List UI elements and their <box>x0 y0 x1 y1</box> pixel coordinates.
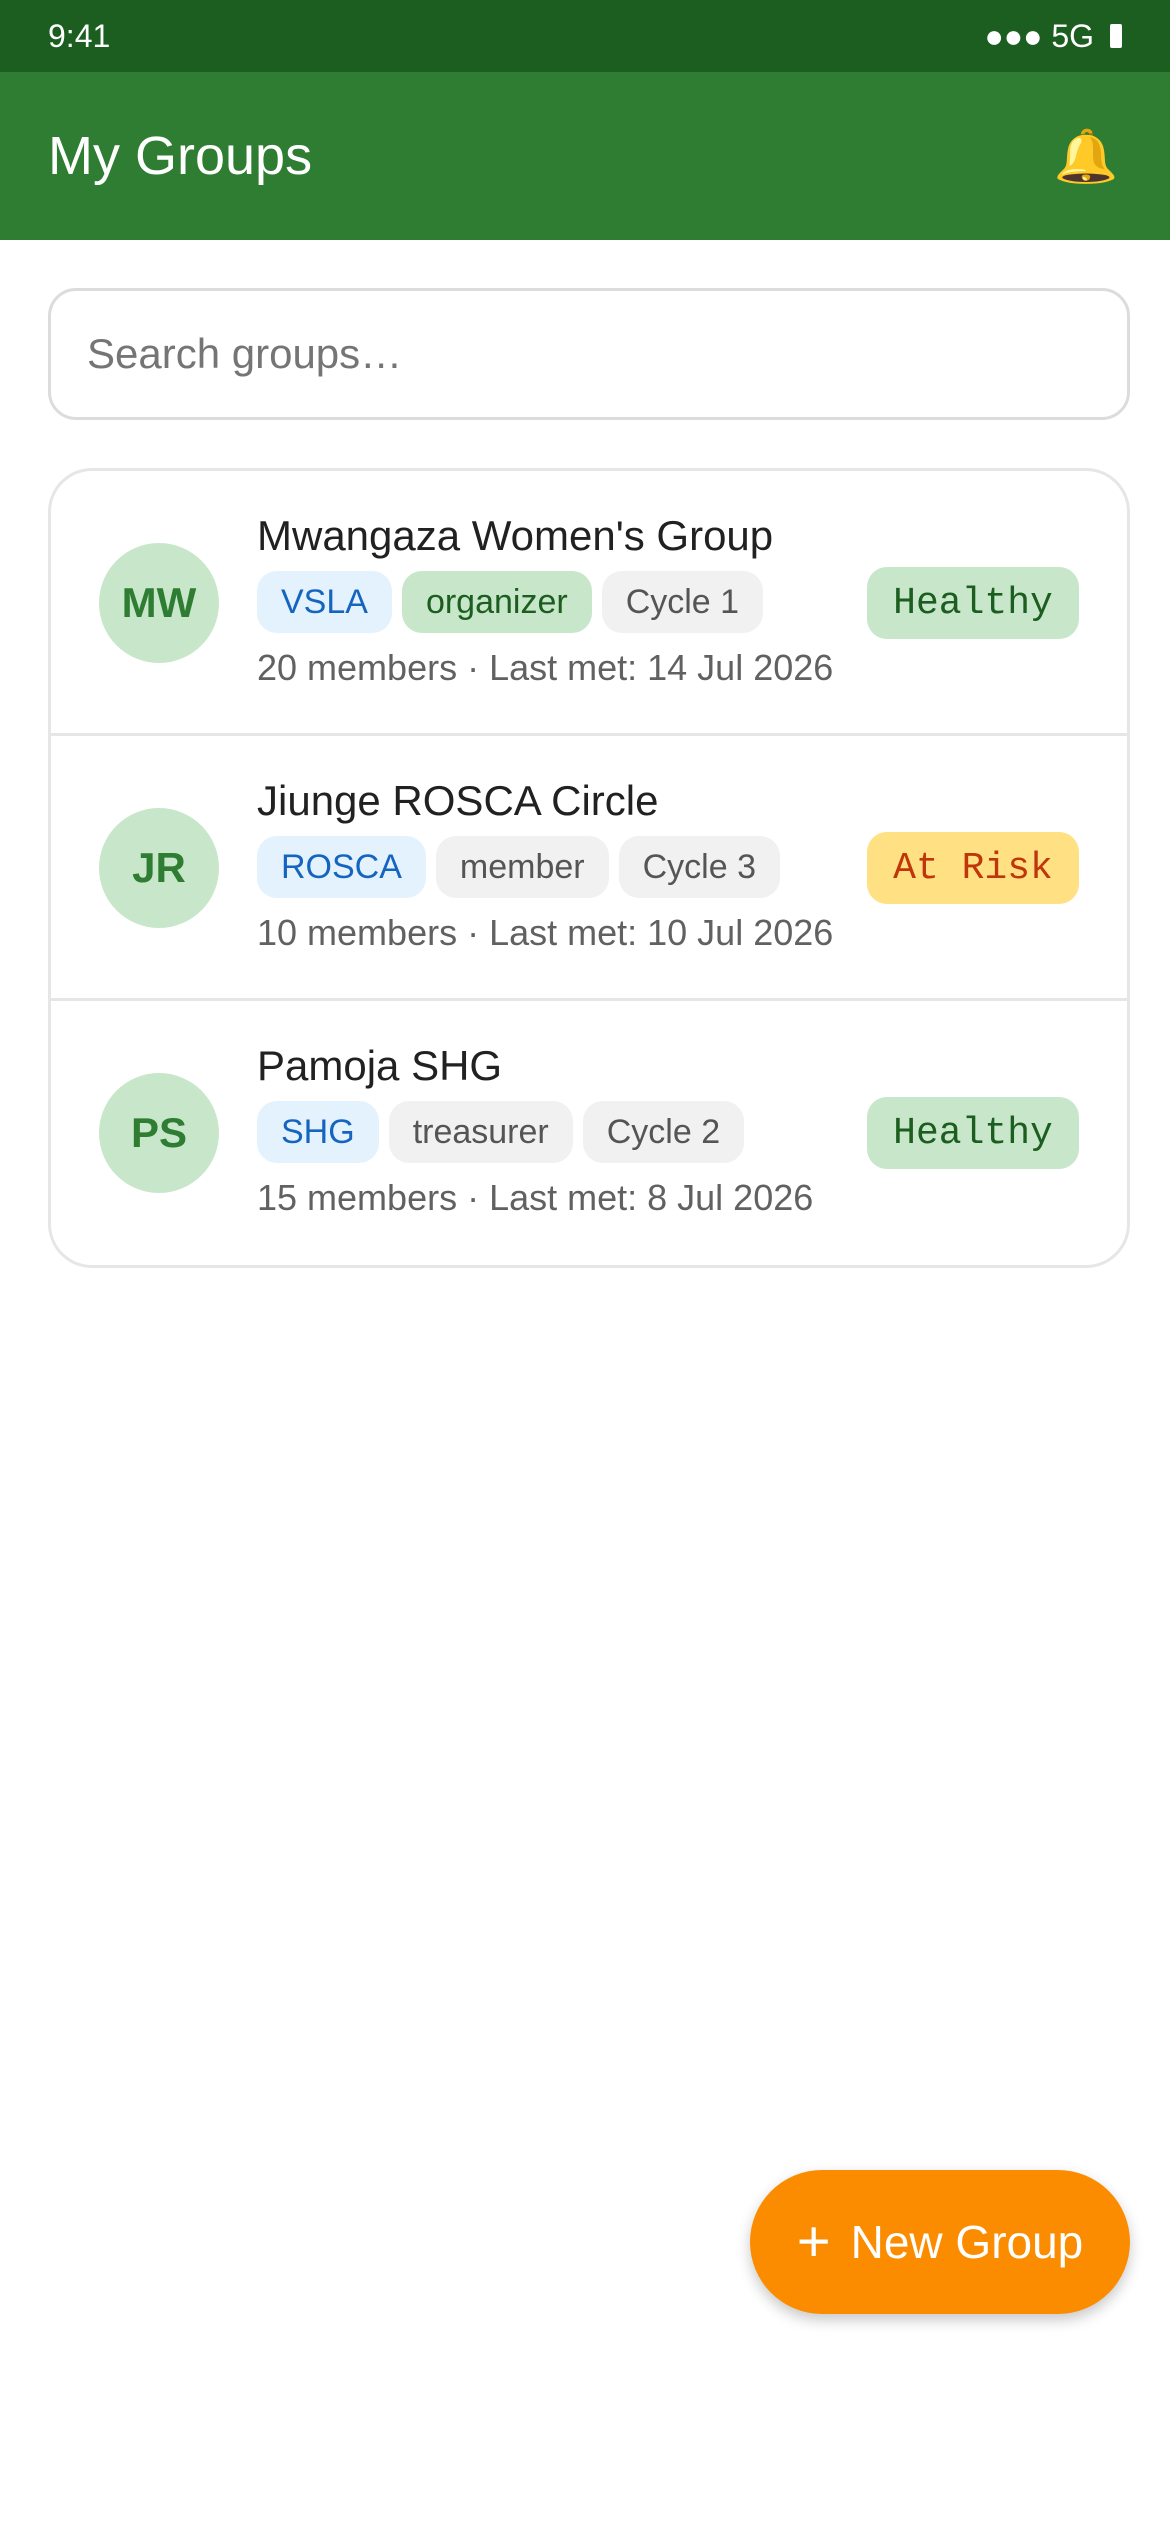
group-row-mwangaza[interactable]: MW Mwangaza Women's Group VSLA organizer… <box>51 471 1127 736</box>
group-type-chip: SHG <box>257 1101 379 1163</box>
group-name: Pamoja SHG <box>257 1042 503 1089</box>
bell-icon[interactable]: 🔔 <box>1050 120 1122 192</box>
signal-indicator: ●●● 5G <box>984 17 1094 54</box>
group-meta: 20 members · Last met: 14 Jul 2026 <box>257 647 834 688</box>
group-list: MW Mwangaza Women's Group VSLA organizer… <box>48 468 1130 1268</box>
group-role-chip: member <box>435 836 609 898</box>
plus-icon: + <box>796 2209 831 2274</box>
new-group-button[interactable]: + New Group <box>750 2170 1130 2314</box>
group-role-chip: organizer <box>401 571 592 633</box>
status-time: 9:41 <box>48 17 111 54</box>
group-meta: 15 members · Last met: 8 Jul 2026 <box>257 1177 814 1218</box>
group-chips: SHG treasurer Cycle 2 <box>257 1101 813 1163</box>
group-cycle-chip: Cycle 2 <box>582 1101 745 1163</box>
status-badge: Healthy <box>867 1097 1079 1169</box>
group-info: Pamoja SHG SHG treasurer Cycle 2 15 memb… <box>257 1041 813 1219</box>
search-input[interactable] <box>87 330 1091 378</box>
avatar: PS <box>99 1073 219 1193</box>
group-chips: VSLA organizer Cycle 1 <box>257 571 833 633</box>
group-cycle-chip: Cycle 1 <box>601 571 764 633</box>
group-info: Jiunge ROSCA Circle ROSCA member Cycle 3… <box>257 776 833 954</box>
search-box[interactable] <box>48 288 1130 420</box>
group-chips: ROSCA member Cycle 3 <box>257 836 833 898</box>
group-cycle-chip: Cycle 3 <box>618 836 780 898</box>
group-name: Mwangaza Women's Group <box>257 512 774 559</box>
status-indicators: ●●● 5G <box>984 18 1122 55</box>
status-bar: 9:41 ●●● 5G <box>0 0 1170 72</box>
avatar: JR <box>99 808 219 928</box>
new-group-label: New Group <box>850 2216 1084 2268</box>
page-title: My Groups <box>48 126 313 186</box>
group-name: Jiunge ROSCA Circle <box>257 777 659 824</box>
battery-icon <box>1110 24 1122 48</box>
group-meta: 10 members · Last met: 10 Jul 2026 <box>257 912 834 953</box>
app-bar: My Groups 🔔 <box>0 72 1170 240</box>
group-type-chip: VSLA <box>257 571 392 633</box>
group-row-pamoja[interactable]: PS Pamoja SHG SHG treasurer Cycle 2 15 m… <box>51 1001 1127 1265</box>
status-badge: Healthy <box>867 567 1079 639</box>
status-badge: At Risk <box>867 832 1079 904</box>
group-row-jiunge[interactable]: JR Jiunge ROSCA Circle ROSCA member Cycl… <box>51 736 1127 1001</box>
group-info: Mwangaza Women's Group VSLA organizer Cy… <box>257 511 833 689</box>
group-type-chip: ROSCA <box>257 836 426 898</box>
avatar: MW <box>99 543 219 663</box>
group-role-chip: treasurer <box>388 1101 573 1163</box>
